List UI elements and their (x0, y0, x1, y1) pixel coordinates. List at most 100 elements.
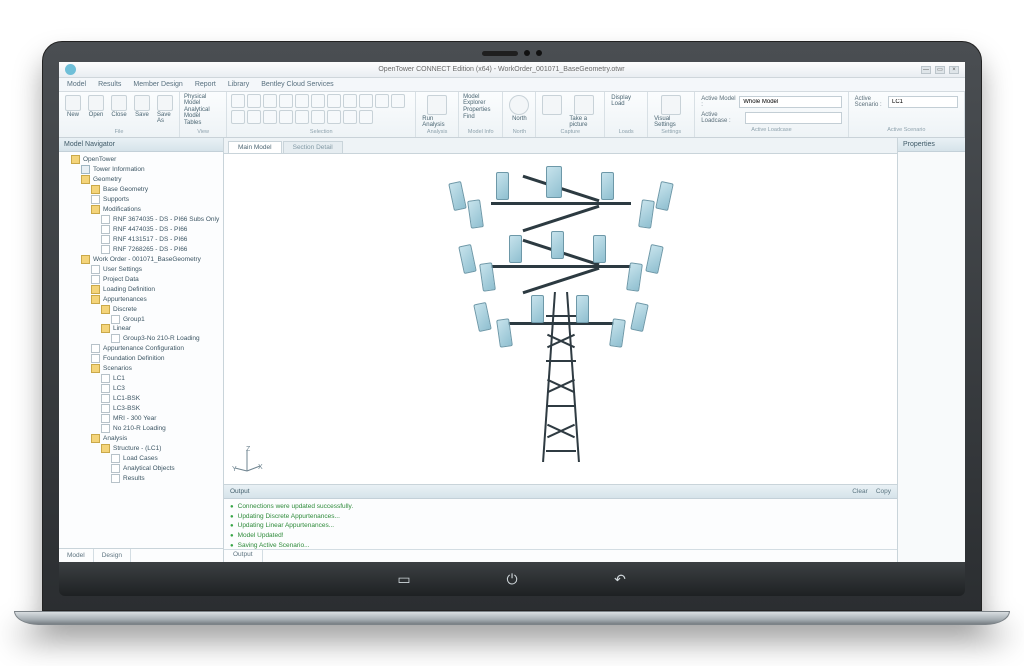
tree-analysis[interactable]: Analysis (91, 434, 221, 444)
tables-button[interactable]: Tables (184, 120, 222, 126)
properties-button[interactable]: Properties (463, 107, 498, 113)
laptop-chin: ▭ ⏻ ↶ (59, 562, 965, 596)
main-area: Main Model Section Detail (224, 138, 897, 562)
tree-sc1[interactable]: LC1 (101, 374, 221, 384)
maximize-button[interactable]: ▭ (935, 66, 945, 74)
tree-base-geometry[interactable]: Base Geometry (91, 185, 221, 195)
axis-gizmo: Z X Y (232, 446, 262, 476)
menu-library[interactable]: Library (228, 81, 249, 88)
close-button[interactable]: × (949, 66, 959, 74)
ribbon-selection: Selection (227, 92, 416, 137)
tab-section-detail[interactable]: Section Detail (283, 141, 343, 153)
tree-modifications[interactable]: Modifications (91, 205, 221, 215)
find-button[interactable]: Find (463, 114, 498, 120)
menu-member-design[interactable]: Member Design (133, 81, 182, 88)
new-button[interactable]: New (63, 94, 83, 125)
output-title: Output (230, 488, 250, 495)
visual-settings-button[interactable]: Visual Settings (652, 94, 690, 129)
ribbon-capture: Take a picture Capture (536, 92, 605, 137)
physical-model-button[interactable]: Physical Model (184, 94, 222, 106)
properties-title: Properties (898, 138, 965, 152)
recent-apps-icon: ▭ (395, 570, 413, 588)
tree-sc2[interactable]: LC3 (101, 384, 221, 394)
back-icon: ↶ (611, 570, 629, 588)
output-copy-button[interactable]: Copy (876, 488, 891, 495)
tree-sc4[interactable]: LC3-BSK (101, 404, 221, 414)
tree-sc3[interactable]: LC1-BSK (101, 394, 221, 404)
menu-bar[interactable]: Model Results Member Design Report Libra… (59, 78, 965, 92)
menu-report[interactable]: Report (195, 81, 216, 88)
tree-discrete[interactable]: Discrete (101, 305, 221, 315)
save-button[interactable]: Save (132, 94, 152, 125)
viewport-tabs[interactable]: Main Model Section Detail (224, 138, 897, 154)
tree-supports[interactable]: Supports (91, 195, 221, 205)
menu-cloud[interactable]: Bentley Cloud Services (261, 81, 333, 88)
tree-scenarios[interactable]: Scenarios (91, 364, 221, 374)
tree-user-settings[interactable]: User Settings (91, 265, 221, 275)
ribbon-active-scenario: Active Scenario : Active Scenario (849, 92, 965, 137)
menu-results[interactable]: Results (98, 81, 121, 88)
tree-work-order[interactable]: Work Order - 001071_BaseGeometry (81, 255, 221, 265)
ribbon-loads: Display Load Loads (605, 92, 648, 137)
selection-tools[interactable] (231, 94, 411, 124)
take-picture-button[interactable]: Take a picture (567, 94, 600, 129)
active-scenario-select[interactable] (888, 96, 958, 108)
tree-app-config[interactable]: Appurtenance Configuration (91, 344, 221, 354)
tree-root[interactable]: OpenTower (71, 155, 221, 165)
ribbon-settings: Visual Settings Settings (648, 92, 695, 137)
output-tab[interactable]: Output (224, 550, 263, 562)
north-button[interactable]: North (507, 94, 531, 123)
display-load-button[interactable]: Display Load (609, 94, 643, 108)
active-loadcase-select[interactable] (745, 112, 841, 124)
workspace: Model Navigator OpenTower Tower Informat… (59, 138, 965, 562)
model-navigator: Model Navigator OpenTower Tower Informat… (59, 138, 224, 562)
active-model-select[interactable] (739, 96, 841, 108)
open-button[interactable]: Open (86, 94, 106, 125)
tree-geometry[interactable]: Geometry (81, 175, 221, 185)
tree-mod-3[interactable]: RNF 4131517 - DS - PI66 (101, 235, 221, 245)
minimize-button[interactable]: — (921, 66, 931, 74)
tree-appurtenances[interactable]: Appurtenances (91, 295, 221, 305)
output-clear-button[interactable]: Clear (852, 488, 868, 495)
tree-structure[interactable]: Structure - (LC1) (101, 444, 221, 454)
tree-analytical-objects[interactable]: Analytical Objects (111, 464, 221, 474)
model-explorer-button[interactable]: Model Explorer (463, 94, 498, 106)
model-tree[interactable]: OpenTower Tower Information Geometry Bas… (59, 152, 223, 548)
tower-model (441, 162, 681, 462)
close-file-button[interactable]: Close (109, 94, 129, 125)
ribbon-active-loadcase: Active Model : Active Loadcase : Active … (695, 92, 848, 137)
tab-main-model[interactable]: Main Model (228, 141, 282, 153)
tree-mod-2[interactable]: RNF 4474035 - DS - PI66 (101, 225, 221, 235)
tree-loading-def[interactable]: Loading Definition (91, 285, 221, 295)
tree-tower-info[interactable]: Tower Information (81, 165, 221, 175)
3d-viewport[interactable]: Z X Y (224, 154, 897, 484)
camera-strip (59, 50, 965, 56)
analytical-model-button[interactable]: Analytical Model (184, 107, 222, 119)
tree-mod-4[interactable]: RNF 7268265 - DS - PI66 (101, 245, 221, 255)
tree-foundation[interactable]: Foundation Definition (91, 354, 221, 364)
ribbon-modelinfo: Model Explorer Properties Find Model Inf… (459, 92, 503, 137)
screen-bezel: OpenTower CONNECT Edition (x64) - WorkOr… (42, 41, 982, 611)
run-analysis-button[interactable]: Run Analysis (420, 94, 454, 129)
tree-sc5[interactable]: MRI - 300 Year (101, 414, 221, 424)
tree-load-cases[interactable]: Load Cases (111, 454, 221, 464)
tree-group1[interactable]: Group1 (111, 315, 221, 325)
window-title: OpenTower CONNECT Edition (x64) - WorkOr… (82, 66, 921, 73)
tab-design[interactable]: Design (94, 549, 131, 562)
output-log[interactable]: Connections were updated successfully. U… (224, 499, 897, 549)
tree-results[interactable]: Results (111, 474, 221, 484)
title-bar: OpenTower CONNECT Edition (x64) - WorkOr… (59, 62, 965, 78)
navigator-tabs[interactable]: Model Design (59, 548, 223, 562)
power-icon: ⏻ (503, 570, 521, 588)
tree-mod-1[interactable]: RNF 3674035 - DS - PI66 Subs Only (101, 215, 221, 225)
output-panel: Output Clear Copy Connections were update… (224, 484, 897, 562)
tree-sc6[interactable]: No 210-R Loading (101, 424, 221, 434)
camera-toggle-button[interactable] (540, 94, 564, 129)
app-logo-icon (65, 64, 76, 75)
tree-group3[interactable]: Group3-No 210-R Loading (111, 334, 221, 344)
tab-model[interactable]: Model (59, 549, 94, 562)
saveas-button[interactable]: Save As (155, 94, 175, 125)
tree-project-data[interactable]: Project Data (91, 275, 221, 285)
menu-model[interactable]: Model (67, 81, 86, 88)
tree-linear[interactable]: Linear (101, 324, 221, 334)
